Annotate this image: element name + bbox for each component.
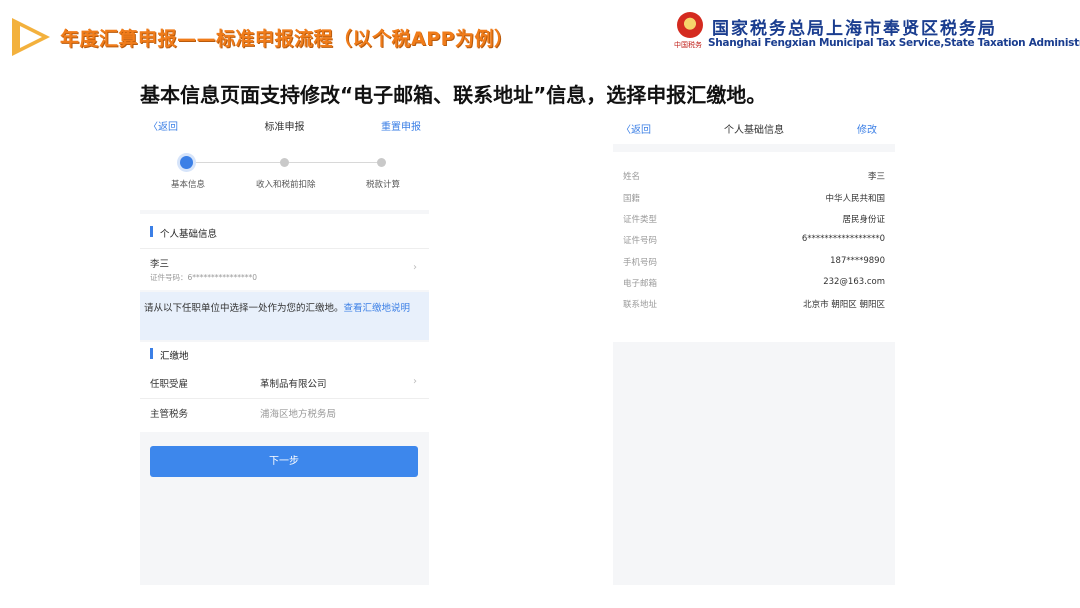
chevron-right-icon: › — [413, 376, 417, 387]
employer-value: 革制品有限公司 — [260, 379, 327, 390]
info-label-nationality: 国籍 — [623, 194, 641, 204]
info-value-id-type: 居民身份证 — [842, 215, 885, 225]
info-label-name: 姓名 — [623, 172, 641, 182]
person-id: 证件号码：6****************0 — [150, 273, 258, 282]
info-value-name: 李三 — [867, 172, 885, 182]
tax-office-label: 主管税务 — [150, 409, 189, 420]
right-nav-title: 个人基础信息 — [724, 125, 784, 136]
org-name-en: Shanghai Fengxian Municipal Tax Service,… — [708, 37, 1080, 49]
edit-button[interactable]: 修改 — [857, 121, 877, 136]
step-dot-income — [280, 158, 289, 167]
standard-declaration-screen: 〈返回 标准申报 重置申报 基本信息 收入和税前扣除 税款计算 个人基础信息 李… — [140, 110, 429, 585]
slide-title: 年度汇算申报——标准申报流程（以个税APP为例） — [60, 28, 514, 50]
tax-office-value: 浦海区地方税务局 — [260, 409, 337, 420]
settlement-help-link[interactable]: 查看汇缴地说明 — [344, 303, 411, 314]
personal-section-title: 个人基础信息 — [160, 229, 218, 240]
step-label-tax-calc: 税款计算 — [366, 180, 401, 190]
step-dot-basic-info — [180, 156, 193, 169]
left-navbar: 〈返回 标准申报 重置申报 — [140, 110, 429, 140]
notice-text: 请从以下任职单位中选择一处作为您的汇缴地。 — [144, 303, 344, 314]
info-label-id-number: 证件号码 — [623, 236, 658, 246]
step-label-income: 收入和税前扣除 — [256, 180, 316, 190]
info-label-phone: 手机号码 — [623, 258, 658, 268]
info-label-address: 联系地址 — [623, 300, 658, 310]
emblem-caption: 中国税务 — [674, 41, 702, 49]
employer-label: 任职受雇 — [150, 379, 189, 390]
info-value-nationality: 中华人民共和国 — [825, 194, 885, 204]
settlement-section: 汇缴地 任职受雇 革制品有限公司 › 主管税务 浦海区地方税务局 — [140, 342, 429, 432]
info-value-phone: 187****9890 — [830, 256, 885, 266]
settlement-notice: 请从以下任职单位中选择一处作为您的汇缴地。查看汇缴地说明 — [140, 292, 429, 340]
person-name: 李三 — [150, 259, 170, 270]
section-marker — [150, 348, 153, 359]
title-arrow-inner — [20, 26, 42, 48]
settlement-section-title: 汇缴地 — [160, 351, 189, 362]
next-step-button[interactable]: 下一步 — [150, 446, 418, 477]
personal-info-section: 个人基础信息 李三 证件号码：6****************0 › — [140, 214, 429, 290]
tax-emblem-icon — [677, 12, 703, 38]
slide-header: 年度汇算申报——标准申报流程（以个税APP为例） 中国税务 国家税务总局上海市奉… — [0, 0, 1080, 70]
info-value-id-number: 6*****************0 — [801, 234, 885, 244]
personal-basic-info-screen: 〈返回 个人基础信息 修改 姓名 李三 国籍 中华人民共和国 证件类型 居民身份… — [613, 110, 895, 585]
section-marker — [150, 226, 153, 237]
info-label-email: 电子邮箱 — [623, 279, 658, 289]
section-divider — [140, 248, 429, 249]
org-name-cn: 国家税务总局上海市奉贤区税务局 — [712, 19, 997, 39]
step-indicator: 基本信息 收入和税前扣除 税款计算 — [140, 140, 429, 210]
chevron-right-icon: › — [413, 262, 417, 273]
info-label-id-type: 证件类型 — [623, 215, 658, 225]
right-navbar: 〈返回 个人基础信息 修改 — [613, 110, 895, 144]
info-list: 姓名 李三 国籍 中华人民共和国 证件类型 居民身份证 证件号码 6******… — [613, 152, 895, 342]
step-line-1 — [186, 162, 284, 163]
row-divider — [140, 398, 429, 399]
info-value-email: 232@163.com — [823, 277, 885, 287]
step-dot-tax-calc — [377, 158, 386, 167]
step-line-2 — [288, 162, 380, 163]
info-value-address: 北京市 朝阳区 朝阳区 — [803, 300, 885, 310]
reset-declaration-button[interactable]: 重置申报 — [381, 118, 421, 133]
step-label-basic-info: 基本信息 — [171, 180, 206, 190]
slide-caption: 基本信息页面支持修改“电子邮箱、联系地址”信息，选择申报汇缴地。 — [140, 83, 767, 107]
